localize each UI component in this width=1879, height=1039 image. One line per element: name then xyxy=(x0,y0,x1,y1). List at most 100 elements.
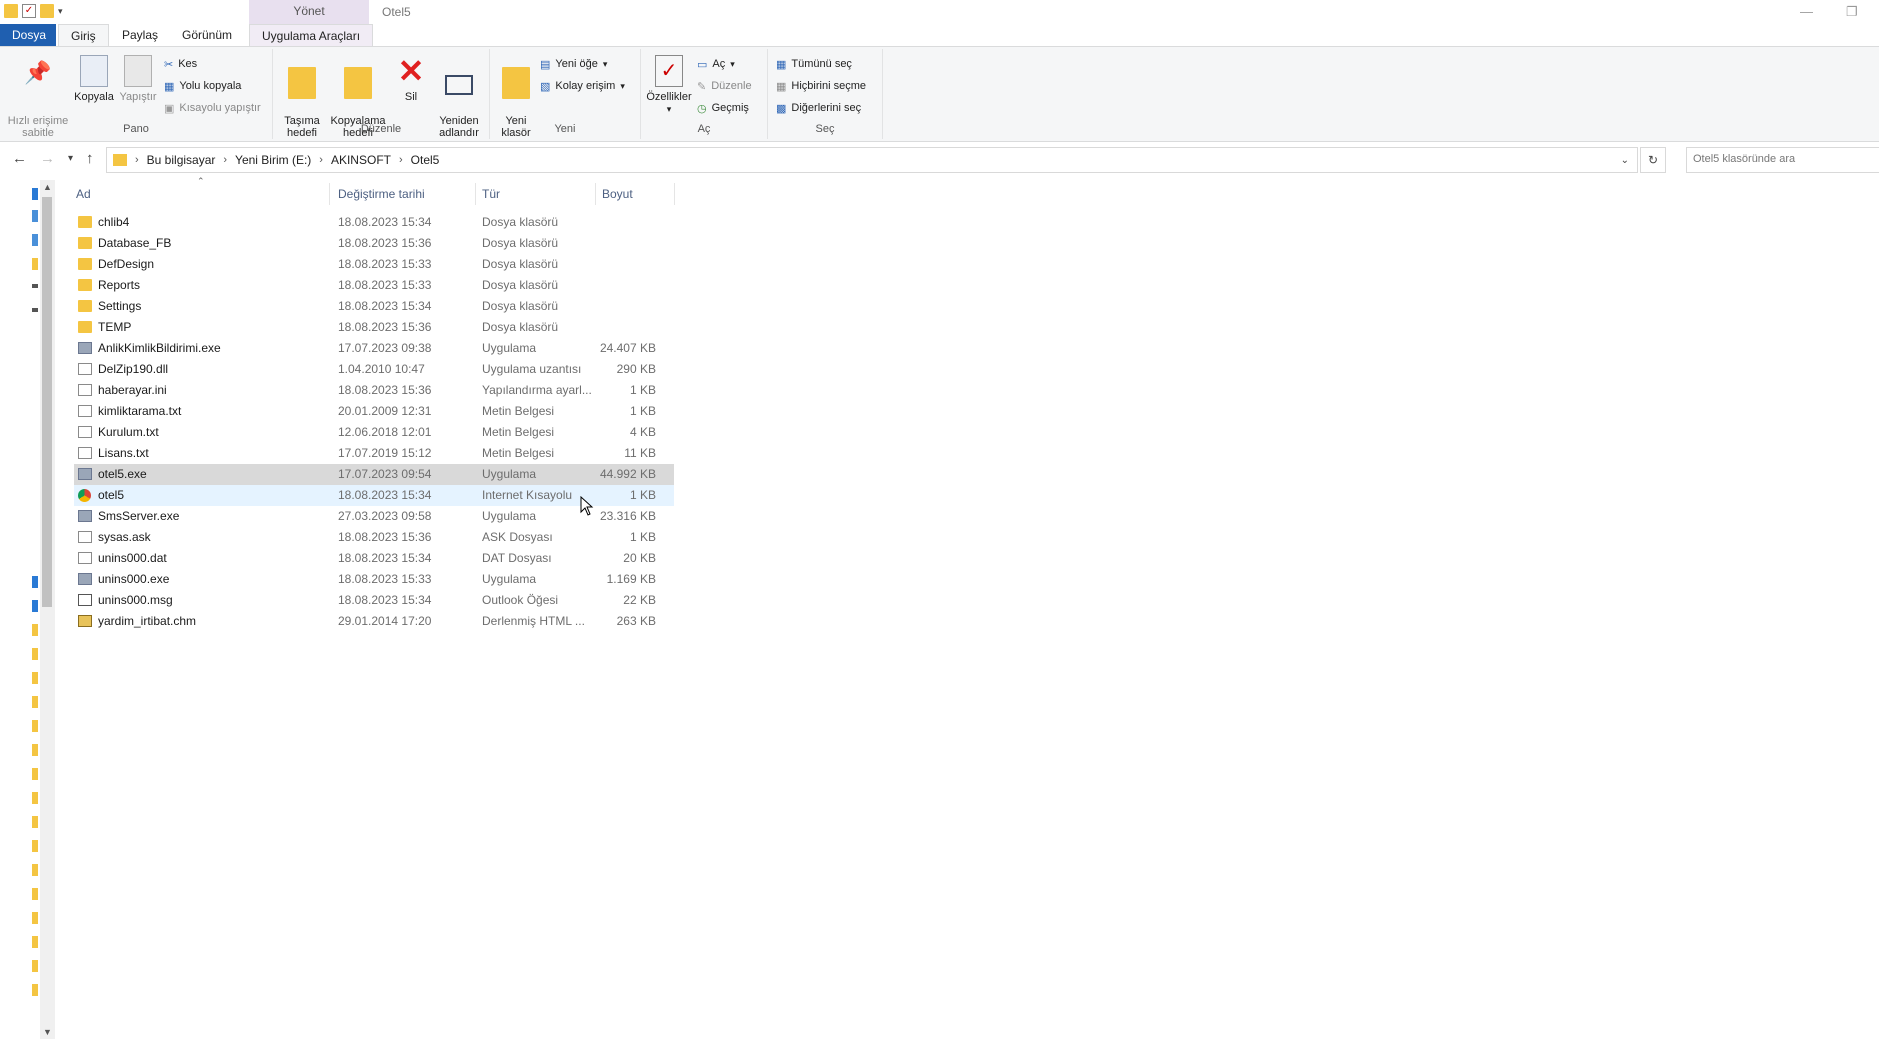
back-arrow-icon[interactable]: ← xyxy=(12,150,27,167)
tab-home[interactable]: Giriş xyxy=(58,24,109,47)
file-name: unins000.msg xyxy=(98,593,173,607)
file-row[interactable]: unins000.exe 18.08.2023 15:33 Uygulama 1.16… xyxy=(74,569,674,590)
restore-icon[interactable]: ❐ xyxy=(1846,4,1858,20)
quick-access-icon[interactable] xyxy=(32,188,38,200)
column-divider[interactable] xyxy=(674,183,675,205)
address-dropdown-icon[interactable]: ⌄ xyxy=(1621,155,1629,166)
new-item-button[interactable]: ▤ Yeni öğe ▾ xyxy=(540,55,607,73)
open-button[interactable]: ▭ Aç ▾ xyxy=(697,55,735,73)
up-arrow-icon[interactable]: ↑ xyxy=(86,150,94,167)
paste-button[interactable]: Yapıştır xyxy=(116,55,160,103)
search-input[interactable]: Otel5 klasöründe ara xyxy=(1686,147,1879,173)
recent-dropdown-icon[interactable]: ▾ xyxy=(68,153,73,164)
edit-button[interactable]: ✎ Düzenle xyxy=(697,77,752,95)
forward-arrow-icon[interactable]: → xyxy=(40,150,55,167)
breadcrumb-chevron-icon[interactable]: › xyxy=(223,154,227,166)
nav-folder-icon[interactable] xyxy=(32,912,38,924)
breadcrumb-otel5[interactable]: Otel5 xyxy=(411,153,440,167)
properties-check-icon[interactable]: ✓ xyxy=(22,4,36,18)
pin-icon: 📌 xyxy=(24,60,52,85)
nav-folder-icon[interactable] xyxy=(32,258,38,270)
file-row[interactable]: unins000.msg 18.08.2023 15:34 Outlook Öğes… xyxy=(74,590,674,611)
file-row[interactable]: DelZip190.dll 1.04.2010 10:47 Uygulama uza… xyxy=(74,359,674,380)
address-bar[interactable]: › Bu bilgisayar › Yeni Birim (E:) › AKIN… xyxy=(106,147,1638,173)
select-none-icon: ▦ xyxy=(776,80,787,93)
column-divider[interactable] xyxy=(595,183,596,205)
paste-shortcut-button[interactable]: ▣ Kısayolu yapıştır xyxy=(164,99,261,117)
file-row[interactable]: sysas.ask 18.08.2023 15:36 ASK Dosyası 1 KB xyxy=(74,527,674,548)
breadcrumb-chevron-icon[interactable]: › xyxy=(399,154,403,166)
file-row[interactable]: otel5.exe 17.07.2023 09:54 Uygulama 44.992 … xyxy=(74,464,674,485)
nav-folder-icon[interactable] xyxy=(32,744,38,756)
minimize-icon[interactable]: — xyxy=(1800,4,1813,19)
column-header-date[interactable]: Değiştirme tarihi xyxy=(338,183,474,205)
nav-folder-icon[interactable] xyxy=(32,696,38,708)
nav-scroll-thumb[interactable] xyxy=(42,197,52,607)
network-icon[interactable] xyxy=(32,576,38,588)
nav-folder-icon[interactable] xyxy=(32,816,38,828)
breadcrumb-this-pc[interactable]: Bu bilgisayar xyxy=(147,153,216,167)
file-row[interactable]: TEMP 18.08.2023 15:36 Dosya klasörü xyxy=(74,317,674,338)
scroll-up-icon[interactable]: ▲ xyxy=(43,182,52,192)
nav-folder-icon[interactable] xyxy=(32,984,38,996)
nav-folder-icon[interactable] xyxy=(32,720,38,732)
select-all-button[interactable]: ▦ Tümünü seç xyxy=(776,55,852,73)
breadcrumb-akinsoft[interactable]: AKINSOFT xyxy=(331,153,391,167)
file-row[interactable]: Reports 18.08.2023 15:33 Dosya klasörü xyxy=(74,275,674,296)
tab-view[interactable]: Görünüm xyxy=(170,24,244,46)
properties-label: Özellikler xyxy=(646,91,692,103)
nav-folder-icon[interactable] xyxy=(32,624,38,636)
select-none-button[interactable]: ▦ Hiçbirini seçme xyxy=(776,77,866,95)
cut-button[interactable]: ✂ Kes xyxy=(164,55,197,73)
file-row[interactable]: AnlikKimlikBildirimi.exe 17.07.2023 09:38… xyxy=(74,338,674,359)
network-icon[interactable] xyxy=(32,600,38,612)
properties-button[interactable]: ✓ Özellikler ▾ xyxy=(643,55,695,115)
customize-dropdown-icon[interactable]: ▾ xyxy=(58,6,63,17)
file-row[interactable]: chlib4 18.08.2023 15:34 Dosya klasörü xyxy=(74,212,674,233)
file-row[interactable]: DefDesign 18.08.2023 15:33 Dosya klasörü xyxy=(74,254,674,275)
file-row[interactable]: Kurulum.txt 12.06.2018 12:01 Metin Belgesi… xyxy=(74,422,674,443)
copy-button[interactable]: Kopyala xyxy=(72,55,116,103)
history-button[interactable]: ◷ Geçmiş xyxy=(697,99,749,117)
select-all-label: Tümünü seç xyxy=(791,58,852,70)
column-header-type[interactable]: Tür xyxy=(482,183,592,205)
file-row[interactable]: haberayar.ini 18.08.2023 15:36 Yapılandırm… xyxy=(74,380,674,401)
tab-file[interactable]: Dosya xyxy=(0,24,56,46)
file-row[interactable]: kimliktarama.txt 20.01.2009 12:31 Metin Be… xyxy=(74,401,674,422)
breadcrumb-chevron-icon[interactable]: › xyxy=(319,154,323,166)
nav-folder-icon[interactable] xyxy=(32,936,38,948)
new-folder-icon[interactable] xyxy=(40,4,54,18)
scroll-down-icon[interactable]: ▼ xyxy=(43,1027,52,1037)
copy-path-button[interactable]: ▦ Yolu kopyala xyxy=(164,77,241,95)
breadcrumb-chevron-icon[interactable]: › xyxy=(135,154,139,166)
file-row[interactable]: unins000.dat 18.08.2023 15:34 DAT Dosyası 2… xyxy=(74,548,674,569)
file-row[interactable]: yardim_irtibat.chm 29.01.2014 17:20 Derlen… xyxy=(74,611,674,632)
invert-selection-button[interactable]: ▩ Diğerlerini seç xyxy=(776,99,861,117)
easy-access-button[interactable]: ▧ Kolay erişim ▾ xyxy=(540,77,625,95)
column-divider[interactable] xyxy=(329,183,330,205)
refresh-icon[interactable]: ↻ xyxy=(1640,147,1666,173)
file-row[interactable]: Lisans.txt 17.07.2019 15:12 Metin Belgesi 1… xyxy=(74,443,674,464)
nav-folder-icon[interactable] xyxy=(32,960,38,972)
file-row[interactable]: Database_FB 18.08.2023 15:36 Dosya klasörü xyxy=(74,233,674,254)
nav-folder-icon[interactable] xyxy=(32,648,38,660)
nav-folder-icon[interactable] xyxy=(32,888,38,900)
file-name: otel5.exe xyxy=(98,467,147,481)
tab-app-tools[interactable]: Uygulama Araçları xyxy=(249,24,374,47)
drive-icon[interactable] xyxy=(32,308,38,312)
nav-folder-icon[interactable] xyxy=(32,672,38,684)
drive-icon[interactable] xyxy=(32,284,38,288)
nav-folder-icon[interactable] xyxy=(32,840,38,852)
nav-folder-icon[interactable] xyxy=(32,792,38,804)
breadcrumb-drive[interactable]: Yeni Birim (E:) xyxy=(235,153,311,167)
file-row[interactable]: Settings 18.08.2023 15:34 Dosya klasörü xyxy=(74,296,674,317)
nav-folder-icon[interactable] xyxy=(32,768,38,780)
onedrive-icon[interactable] xyxy=(32,210,38,222)
delete-button[interactable]: ✕ Sil xyxy=(393,55,429,103)
column-header-name[interactable]: Ad xyxy=(76,183,328,205)
this-pc-icon[interactable] xyxy=(32,234,38,246)
column-divider[interactable] xyxy=(475,183,476,205)
tab-share[interactable]: Paylaş xyxy=(110,24,170,46)
column-header-size[interactable]: Boyut xyxy=(602,183,672,205)
nav-folder-icon[interactable] xyxy=(32,864,38,876)
